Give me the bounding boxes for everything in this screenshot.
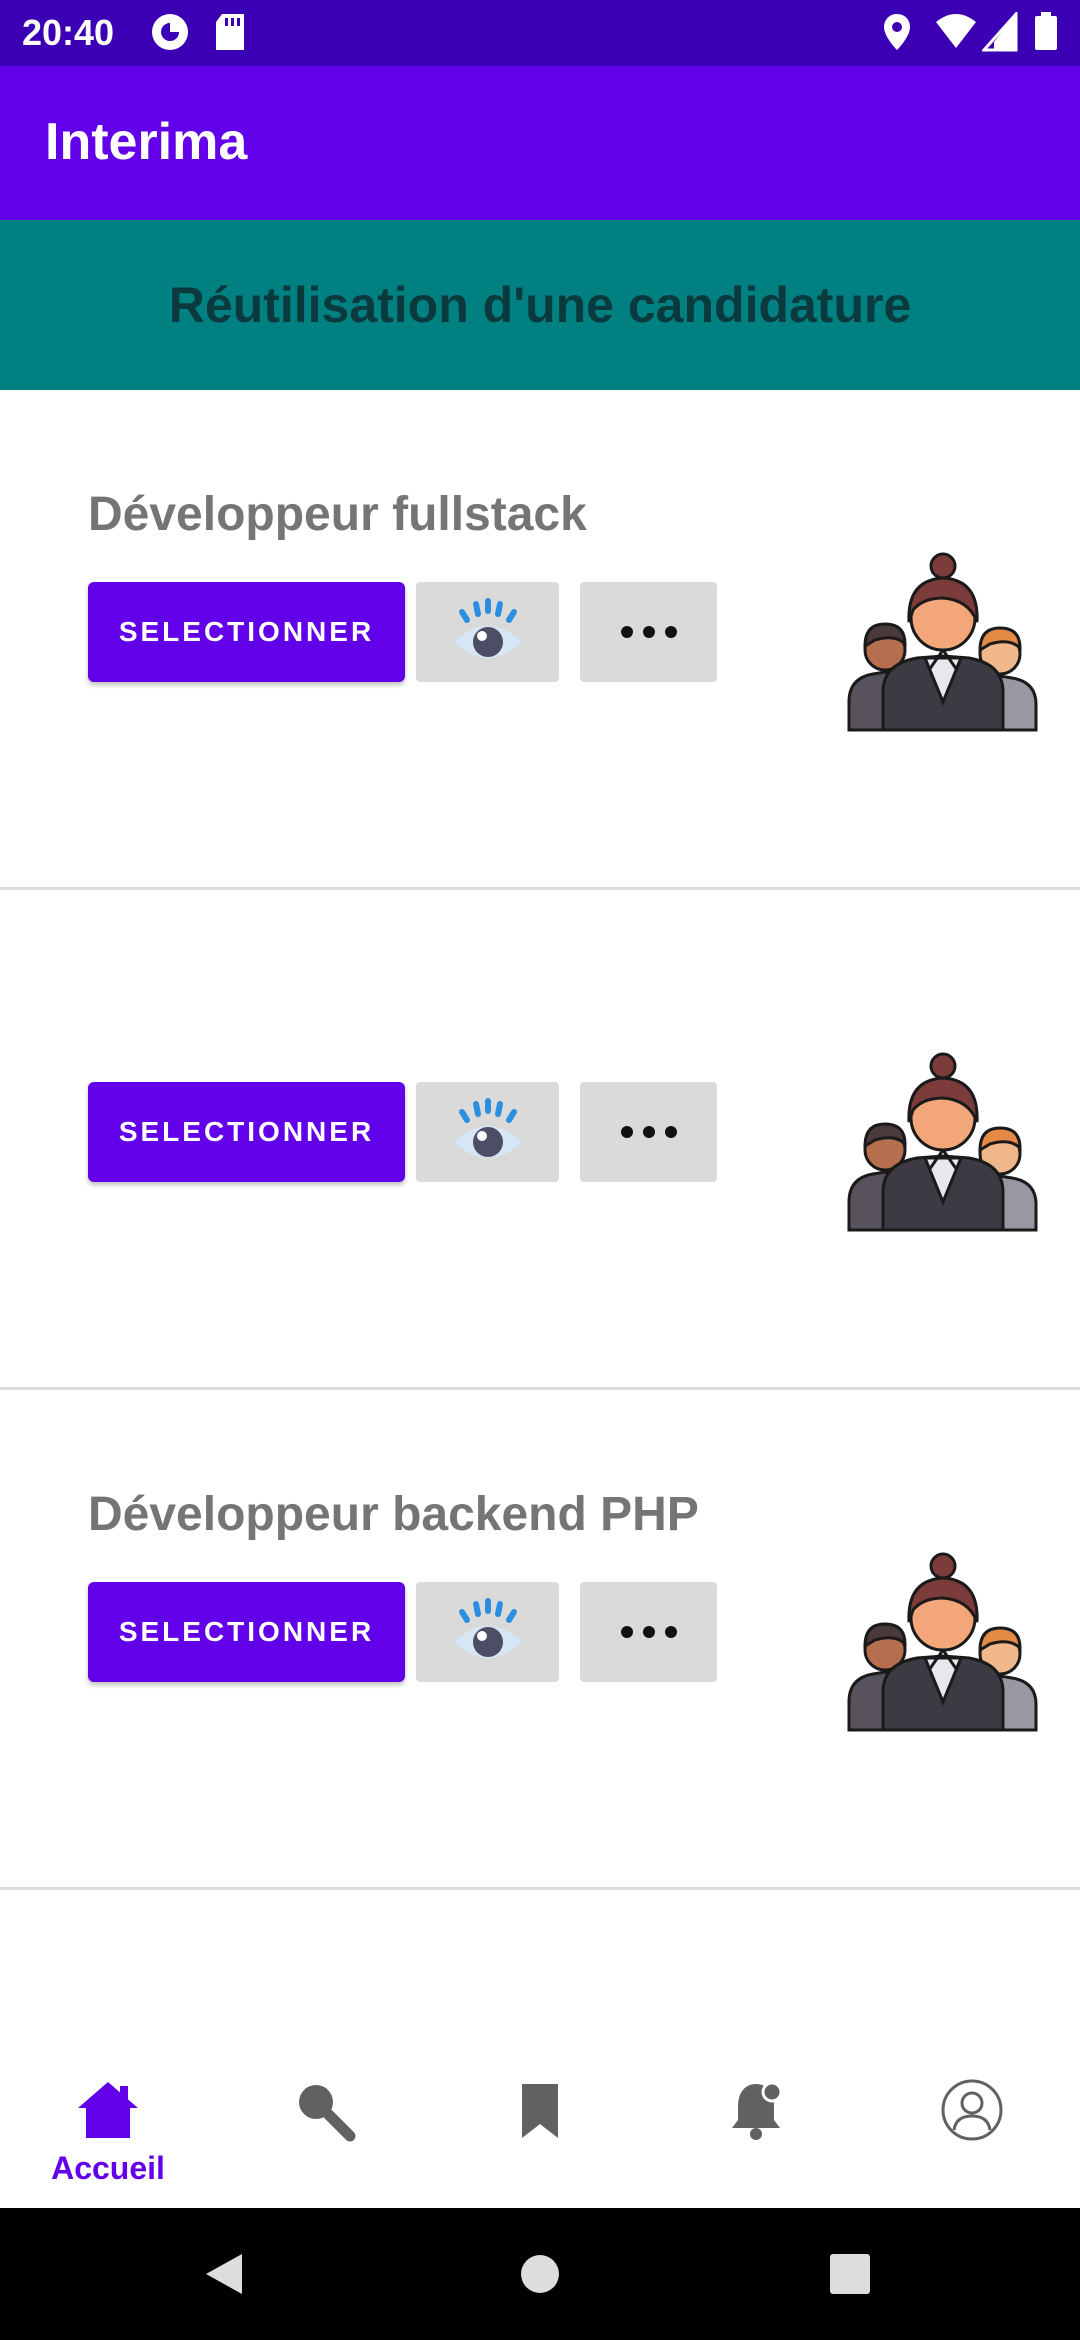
view-button[interactable]	[416, 1082, 559, 1182]
back-icon[interactable]	[202, 2252, 246, 2296]
nav-label-accueil: Accueil	[51, 2150, 165, 2186]
profile-icon	[941, 2079, 1003, 2141]
app-bar: Interima	[0, 66, 1080, 220]
section-banner: Réutilisation d'une candidature	[0, 220, 1080, 390]
sd-card-icon	[216, 14, 244, 50]
application-card: Développeur backend PHP SELECTIONNER	[0, 1390, 1080, 1890]
notification-bell-icon	[732, 2081, 783, 2140]
select-button[interactable]: SELECTIONNER	[88, 1082, 405, 1182]
nav-item-accueil[interactable]: Accueil	[0, 2058, 216, 2208]
select-button[interactable]: SELECTIONNER	[88, 1582, 405, 1682]
system-navigation-bar	[0, 2208, 1080, 2340]
banner-title: Réutilisation d'une candidature	[168, 277, 912, 333]
home-circle-icon[interactable]	[520, 2254, 560, 2294]
more-options-button[interactable]	[580, 582, 717, 682]
nav-item-notifications[interactable]	[648, 2058, 864, 2208]
recent-apps-icon[interactable]	[830, 2254, 870, 2294]
eye-icon	[453, 1098, 522, 1158]
home-icon	[78, 2082, 138, 2138]
more-options-button[interactable]	[580, 1582, 717, 1682]
nav-item-search[interactable]	[216, 2058, 432, 2208]
status-bar: 20:40	[0, 0, 1080, 66]
nav-item-profile[interactable]	[864, 2058, 1080, 2208]
search-icon	[299, 2085, 356, 2142]
eye-icon	[453, 1598, 522, 1658]
application-card: SELECTIONNER	[0, 890, 1080, 1390]
bookmark-icon	[522, 2084, 558, 2138]
select-button[interactable]: SELECTIONNER	[88, 582, 405, 682]
card-title: Développeur backend PHP	[88, 1488, 699, 1541]
app-title: Interima	[45, 113, 248, 171]
application-card: Développeur fullstack SELECTIONNER	[0, 390, 1080, 890]
more-dots-icon	[620, 1626, 677, 1638]
wifi-icon	[936, 14, 976, 48]
nav-item-bookmarks[interactable]	[432, 2058, 648, 2208]
team-illustration-icon	[847, 1052, 1038, 1232]
view-button[interactable]	[416, 582, 559, 682]
battery-icon	[1035, 12, 1057, 50]
signal-icon	[982, 12, 1018, 52]
more-dots-icon	[620, 626, 677, 638]
team-illustration-icon	[847, 552, 1038, 732]
eye-icon	[453, 598, 522, 658]
app-c-icon	[152, 14, 188, 50]
team-illustration-icon	[847, 1552, 1038, 1732]
bottom-navigation: Accueil	[0, 2058, 1080, 2208]
more-options-button[interactable]	[580, 1082, 717, 1182]
status-time: 20:40	[22, 12, 115, 53]
card-title: Développeur fullstack	[88, 488, 587, 541]
more-dots-icon	[620, 1126, 677, 1138]
view-button[interactable]	[416, 1582, 559, 1682]
location-icon	[884, 14, 910, 50]
